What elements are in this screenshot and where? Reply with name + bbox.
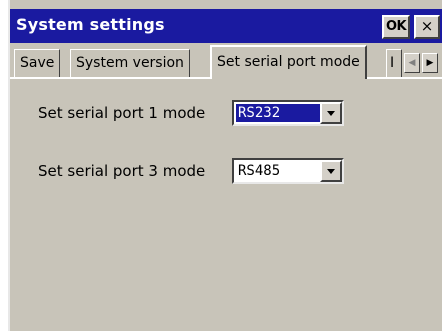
serial-port-3-select[interactable]: RS485: [232, 158, 344, 184]
title-bar: System settings OK ×: [10, 9, 442, 43]
tab-set-serial-port-mode[interactable]: Set serial port mode: [210, 45, 367, 79]
scroll-right-icon[interactable]: ▶: [422, 53, 438, 73]
serial-port-3-label: Set serial port 3 mode: [38, 162, 206, 180]
scroll-left-icon[interactable]: ◀: [404, 53, 420, 73]
serial-port-1-select[interactable]: RS232: [232, 100, 344, 126]
window-title: System settings: [16, 15, 165, 34]
chevron-down-icon[interactable]: [320, 102, 342, 124]
serial-port-3-value: RS485: [238, 163, 281, 179]
ok-button[interactable]: OK: [382, 15, 410, 39]
tab-next-partial[interactable]: I: [386, 49, 402, 77]
serial-port-1-value: RS232: [236, 104, 320, 122]
close-button[interactable]: ×: [414, 15, 440, 39]
tab-save[interactable]: Save: [14, 49, 61, 77]
serial-port-1-label: Set serial port 1 mode: [38, 104, 206, 122]
settings-window: System settings OK × Save System version…: [8, 0, 442, 331]
tab-system-version[interactable]: System version: [70, 49, 190, 77]
chevron-down-icon[interactable]: [320, 160, 342, 182]
tab-strip: Save System version Set serial port mode…: [10, 43, 442, 79]
